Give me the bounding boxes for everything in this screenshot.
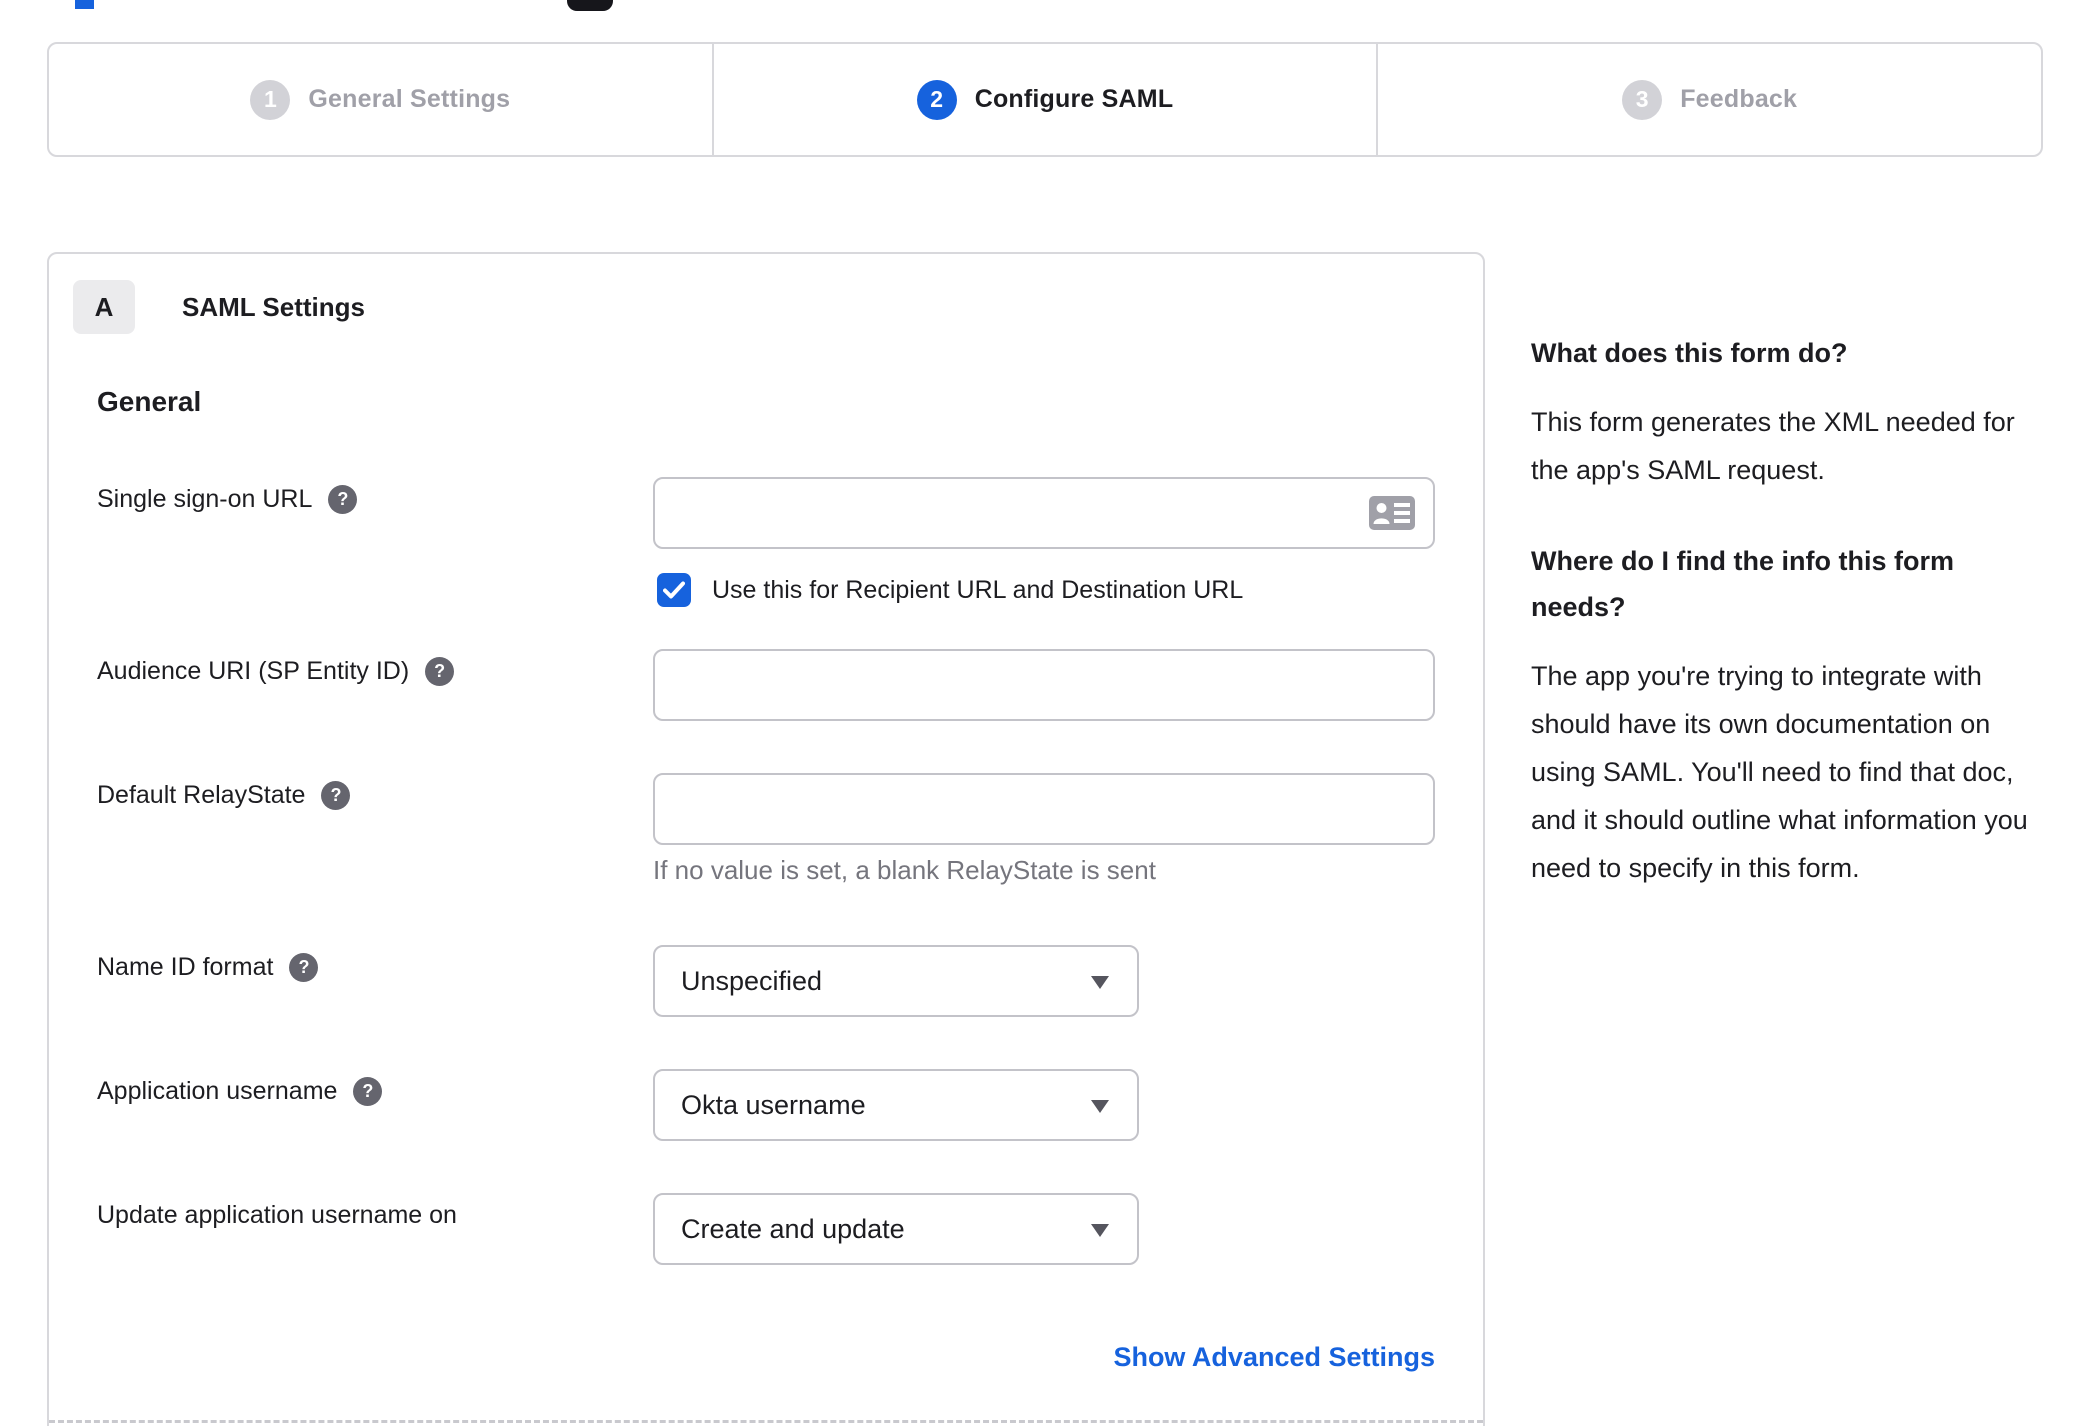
cut-off-blue-element xyxy=(75,0,94,9)
sso-url-input[interactable] xyxy=(653,477,1435,549)
audience-uri-label: Audience URI (SP Entity ID) xyxy=(97,657,410,685)
name-id-format-row: Name ID format ? Unspecified xyxy=(49,945,1483,1025)
sso-url-help-icon[interactable]: ? xyxy=(328,485,358,514)
application-username-label-wrap: Application username ? xyxy=(97,1077,383,1106)
recipient-url-checkbox-row: Use this for Recipient URL and Destinati… xyxy=(49,573,1483,613)
update-username-value: Create and update xyxy=(681,1213,905,1244)
recipient-url-checkbox[interactable] xyxy=(657,573,691,607)
sso-url-label-wrap: Single sign-on URL ? xyxy=(97,485,358,514)
step-feedback[interactable]: 3 Feedback xyxy=(1376,44,2041,155)
update-username-label-wrap: Update application username on xyxy=(97,1201,457,1230)
update-username-control: Create and update xyxy=(653,1193,1139,1265)
general-group-title: General xyxy=(97,386,202,417)
sidebar-body-where: The app you're trying to integrate with … xyxy=(1531,661,2028,883)
name-id-format-control: Unspecified xyxy=(653,945,1139,1017)
section-dashed-divider xyxy=(49,1420,1483,1423)
sidebar-heading-what: What does this form do? xyxy=(1531,338,1848,368)
relay-state-hint: If no value is set, a blank RelayState i… xyxy=(653,855,1156,885)
name-id-format-label: Name ID format xyxy=(97,953,274,981)
step-3-number: 3 xyxy=(1622,79,1663,120)
saml-settings-panel: A SAML Settings General Single sign-on U… xyxy=(47,252,1485,1426)
chevron-down-icon xyxy=(1091,976,1109,989)
audience-uri-help-icon[interactable]: ? xyxy=(425,657,455,686)
audience-uri-control xyxy=(653,649,1435,721)
application-username-row: Application username ? Okta username xyxy=(49,1069,1483,1149)
step-general-settings[interactable]: 1 General Settings xyxy=(49,44,712,155)
show-advanced-settings-link[interactable]: Show Advanced Settings xyxy=(1113,1342,1435,1372)
relay-state-help-icon[interactable]: ? xyxy=(321,781,351,810)
audience-uri-row: Audience URI (SP Entity ID) ? xyxy=(49,649,1483,729)
name-id-format-help-icon[interactable]: ? xyxy=(289,953,319,982)
application-username-label: Application username xyxy=(97,1077,338,1105)
chevron-down-icon xyxy=(1091,1100,1109,1113)
configure-saml-page: 1 General Settings 2 Configure SAML 3 Fe… xyxy=(0,0,2092,1426)
cut-off-app-logo xyxy=(567,0,613,11)
name-id-format-value: Unspecified xyxy=(681,965,823,996)
sidebar-body-what: This form generates the XML needed for t… xyxy=(1531,407,2015,485)
update-username-row: Update application username on Create an… xyxy=(49,1193,1483,1273)
section-a-badge: A xyxy=(73,280,135,334)
sso-url-label: Single sign-on URL xyxy=(97,485,313,513)
step-2-number: 2 xyxy=(916,79,957,120)
chevron-down-icon xyxy=(1091,1224,1109,1237)
step-1-number: 1 xyxy=(250,79,291,120)
name-id-format-label-wrap: Name ID format ? xyxy=(97,953,319,982)
update-username-select[interactable]: Create and update xyxy=(653,1193,1139,1265)
recipient-url-checkbox-label: Use this for Recipient URL and Destinati… xyxy=(712,576,1244,604)
name-id-format-select[interactable]: Unspecified xyxy=(653,945,1139,1017)
step-configure-saml[interactable]: 2 Configure SAML xyxy=(711,44,1377,155)
help-sidebar: What does this form do? This form genera… xyxy=(1531,330,2041,936)
checkmark-icon xyxy=(663,581,685,599)
wizard-stepper: 1 General Settings 2 Configure SAML 3 Fe… xyxy=(47,42,2043,157)
step-3-label: Feedback xyxy=(1680,85,1798,113)
panel-header: A SAML Settings xyxy=(73,280,365,334)
application-username-value: Okta username xyxy=(681,1089,866,1120)
application-username-control: Okta username xyxy=(653,1069,1139,1141)
relay-state-control xyxy=(653,773,1435,845)
relay-state-label-wrap: Default RelayState ? xyxy=(97,781,351,810)
advanced-settings-row: Show Advanced Settings xyxy=(653,1342,1435,1373)
audience-uri-input[interactable] xyxy=(653,649,1435,721)
sso-url-row: Single sign-on URL ? xyxy=(49,477,1483,557)
step-2-label: Configure SAML xyxy=(974,85,1174,113)
sso-url-control xyxy=(653,477,1435,549)
panel-title: SAML Settings xyxy=(182,291,365,322)
application-username-help-icon[interactable]: ? xyxy=(353,1077,383,1106)
contact-card-icon[interactable] xyxy=(1369,496,1415,535)
relay-state-input[interactable] xyxy=(653,773,1435,845)
application-username-select[interactable]: Okta username xyxy=(653,1069,1139,1141)
relay-state-row: Default RelayState ? xyxy=(49,773,1483,853)
sidebar-heading-where: Where do I find the info this form needs… xyxy=(1531,546,1954,622)
step-1-label: General Settings xyxy=(308,85,511,113)
relay-state-label: Default RelayState xyxy=(97,781,306,809)
audience-uri-label-wrap: Audience URI (SP Entity ID) ? xyxy=(97,657,455,686)
update-username-label: Update application username on xyxy=(97,1201,457,1229)
